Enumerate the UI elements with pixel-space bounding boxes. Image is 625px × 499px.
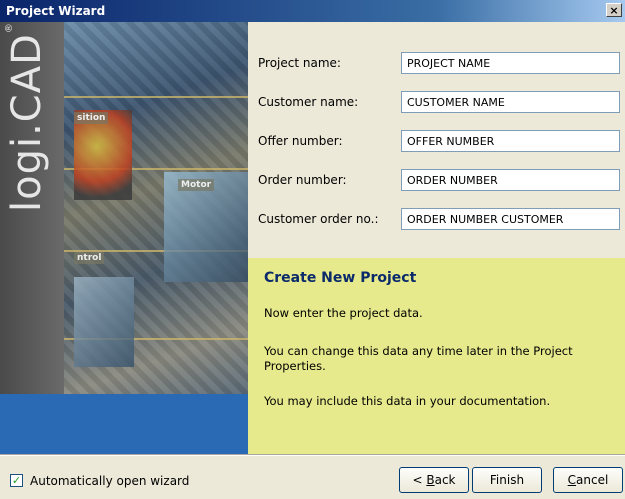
offer-number-label: Offer number:	[258, 134, 343, 148]
cancel-button[interactable]: Cancel	[553, 467, 623, 493]
photo-pipes	[74, 277, 134, 367]
close-button[interactable]: ×	[606, 3, 622, 17]
info-paragraph: You may include this data in your docume…	[264, 394, 551, 408]
finish-button[interactable]: Finish	[472, 467, 542, 493]
logo-text: logi.CAD	[4, 33, 50, 212]
customer-order-input[interactable]	[401, 208, 620, 230]
industrial-photo: sition Motor ntrol	[64, 22, 248, 394]
logo-strip: logi.CAD®	[0, 22, 64, 394]
customer-name-input[interactable]	[401, 91, 620, 113]
customer-name-label: Customer name:	[258, 95, 359, 109]
order-number-label: Order number:	[258, 173, 347, 187]
photo-label-control: ntrol	[74, 252, 105, 264]
title-bar: Project Wizard ×	[0, 0, 625, 22]
info-paragraph: You can change this data any time later …	[264, 344, 573, 373]
auto-open-checkbox[interactable]: ✓	[10, 474, 23, 487]
registered-mark: ®	[4, 22, 15, 34]
sidebar-blue-bar	[0, 394, 248, 454]
auto-open-label[interactable]: Automatically open wizard	[30, 474, 189, 488]
project-name-label: Project name:	[258, 56, 341, 70]
back-rest: ack	[434, 473, 456, 487]
info-panel: Create New Project Now enter the project…	[248, 258, 625, 454]
photo-line	[64, 96, 248, 98]
info-title: Create New Project	[264, 270, 417, 286]
logicad-logo: logi.CAD®	[4, 22, 50, 212]
photo-label-position: sition	[74, 112, 109, 124]
project-name-input[interactable]	[401, 52, 620, 74]
sidebar-image: logi.CAD® sition Motor ntrol	[0, 22, 248, 454]
order-number-input[interactable]	[401, 169, 620, 191]
offer-number-input[interactable]	[401, 130, 620, 152]
info-paragraph: Now enter the project data.	[264, 306, 423, 320]
photo-label-motor: Motor	[178, 179, 215, 191]
back-accel: B	[426, 473, 435, 487]
footer-separator	[0, 454, 625, 456]
customer-order-label: Customer order no.:	[258, 212, 379, 226]
back-prefix: <	[412, 473, 427, 487]
cancel-accel: C	[567, 473, 577, 487]
wizard-content: logi.CAD® sition Motor ntrol Project nam…	[0, 22, 625, 454]
cancel-rest: ancel	[576, 473, 609, 487]
back-button[interactable]: < Back	[399, 467, 469, 493]
window-title: Project Wizard	[6, 4, 106, 18]
